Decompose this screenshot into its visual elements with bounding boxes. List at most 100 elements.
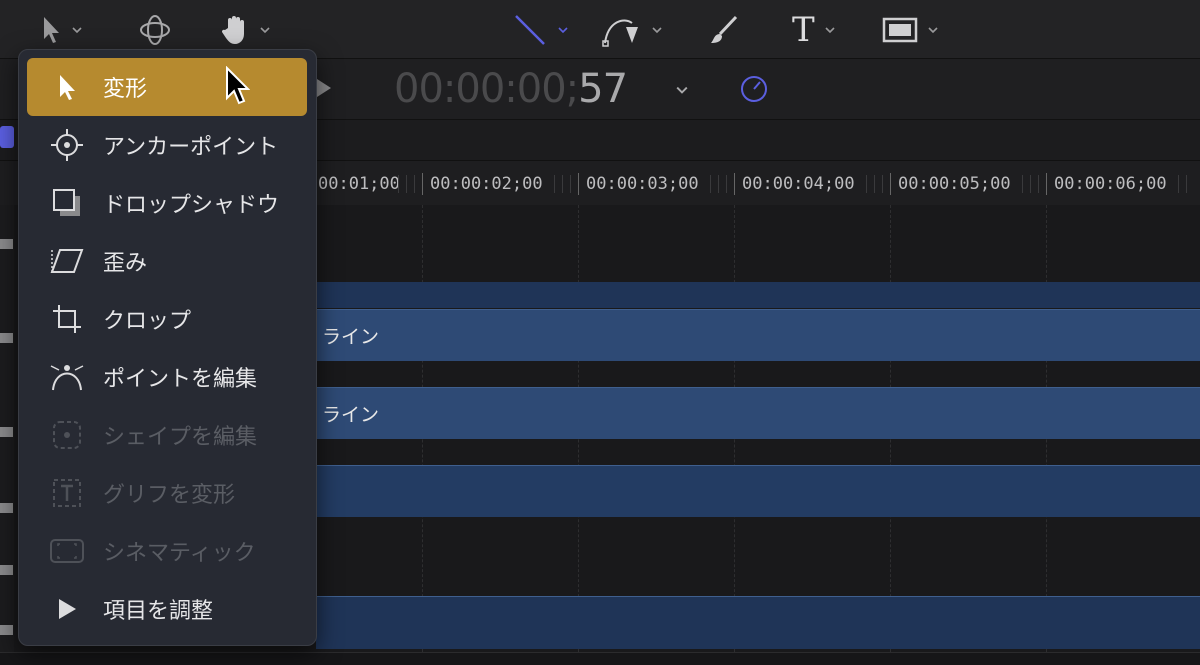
- track-icon: [0, 333, 13, 343]
- ruler-tick: [422, 173, 423, 195]
- hand-icon: [222, 16, 244, 44]
- track-icon: [0, 625, 13, 635]
- ruler-label: 00:00:03;00: [586, 174, 699, 194]
- adjust-item-icon: [49, 591, 85, 627]
- ruler-minor-tick: [414, 175, 415, 193]
- select-tool[interactable]: [42, 10, 82, 50]
- bezier-tool[interactable]: [602, 10, 662, 50]
- chevron-down-icon: [652, 27, 662, 34]
- menu-item-cinematic: シネマティック: [27, 522, 307, 580]
- menu-item-label: グリフを変形: [103, 483, 236, 508]
- timeline-footer: [0, 652, 1200, 665]
- track-headers: [0, 205, 14, 652]
- menu-item-label: 歪み: [103, 251, 148, 276]
- cinematic-icon: [49, 533, 85, 569]
- edit-shape-icon: [49, 417, 85, 453]
- menu-item-adjust-item[interactable]: 項目を調整: [27, 580, 307, 638]
- menu-item-anchor-point[interactable]: アンカーポイント: [27, 116, 307, 174]
- line-icon: [515, 15, 545, 45]
- menu-item-drop-shadow[interactable]: ドロップシャドウ: [27, 174, 307, 232]
- timeline-marker-icon[interactable]: [0, 126, 14, 148]
- ruler-minor-tick: [882, 175, 883, 193]
- timer-icon[interactable]: [738, 72, 770, 104]
- chevron-down-icon: [260, 27, 270, 34]
- anchor-point-icon: [49, 127, 85, 163]
- track-icon: [0, 503, 13, 513]
- chevron-down-icon: [558, 27, 568, 34]
- arrow-pointer-icon: [49, 69, 85, 105]
- transform-glyph-icon: [49, 475, 85, 511]
- track-icon: [0, 565, 13, 575]
- drop-shadow-icon: [49, 185, 85, 221]
- distort-icon: [49, 243, 85, 279]
- pen-icon: [602, 19, 638, 47]
- ruler-minor-tick: [406, 175, 407, 193]
- menu-item-distort[interactable]: 歪み: [27, 232, 307, 290]
- ruler-minor-tick: [398, 175, 399, 193]
- text-tool[interactable]: T: [792, 10, 835, 50]
- ruler-minor-tick: [570, 175, 571, 193]
- arrow-pointer-icon: [44, 17, 59, 43]
- timeline-clip[interactable]: [316, 282, 1200, 308]
- menu-item-label: ポイントを編集: [103, 367, 258, 392]
- ruler-label: 00:00:02;00: [430, 174, 543, 194]
- ruler-label: 00:01;00: [318, 174, 400, 194]
- ruler-tick: [578, 173, 579, 195]
- timeline-clip[interactable]: ライン: [316, 387, 1200, 439]
- menu-item-transform-glyph: グリフを変形: [27, 464, 307, 522]
- chevron-down-icon: [825, 27, 835, 34]
- menu-item-transform[interactable]: 変形: [27, 58, 307, 116]
- ruler-tick: [890, 173, 891, 195]
- ruler-minor-tick: [710, 175, 711, 193]
- menu-item-label: アンカーポイント: [103, 135, 279, 160]
- clip-label: ライン: [322, 326, 380, 348]
- line-tool[interactable]: [512, 10, 568, 50]
- chevron-down-icon: [928, 27, 938, 34]
- menu-item-label: シネマティック: [103, 541, 256, 566]
- ruler-minor-tick: [1038, 175, 1039, 193]
- timecode-frames: 57: [578, 66, 628, 112]
- track-icon: [0, 427, 13, 437]
- shape-tool[interactable]: [882, 10, 938, 50]
- ruler-label: 00:00:04;00: [742, 174, 855, 194]
- ruler-minor-tick: [726, 175, 727, 193]
- track-icon: [0, 239, 13, 249]
- ruler-label: 00:00:05;00: [898, 174, 1011, 194]
- ruler-tick: [1046, 173, 1047, 195]
- ruler-minor-tick: [562, 175, 563, 193]
- menu-item-label: ドロップシャドウ: [103, 193, 280, 218]
- edit-points-icon: [49, 359, 85, 395]
- play-icon[interactable]: [316, 78, 332, 98]
- paint-tool[interactable]: [708, 10, 740, 50]
- orbit-tool[interactable]: [138, 10, 172, 50]
- pan-tool[interactable]: [222, 10, 270, 50]
- menu-item-label: クロップ: [103, 309, 192, 334]
- menu-item-label: 変形: [103, 77, 148, 102]
- mouse-cursor-icon: [226, 66, 250, 105]
- text-icon: T: [792, 10, 815, 50]
- ruler-minor-tick: [1030, 175, 1031, 193]
- ruler-minor-tick: [1186, 175, 1187, 193]
- clip-label: ライン: [322, 404, 380, 426]
- ruler-minor-tick: [874, 175, 875, 193]
- menu-item-edit-shape: シェイプを編集: [27, 406, 307, 464]
- ruler-tick: [734, 173, 735, 195]
- transform-tool-menu: 変形 アンカーポイント ドロップシャドウ 歪み クロップ ポイントを編集 シェイ…: [18, 49, 317, 646]
- brush-icon: [711, 15, 738, 43]
- chevron-down-icon: [72, 27, 82, 34]
- menu-item-crop[interactable]: クロップ: [27, 290, 307, 348]
- rectangle-icon: [882, 17, 918, 43]
- ruler-minor-tick: [554, 175, 555, 193]
- timeline-clip[interactable]: [316, 596, 1200, 649]
- ruler-minor-tick: [718, 175, 719, 193]
- timeline-clip[interactable]: [316, 465, 1200, 517]
- timeline-clip[interactable]: ライン: [316, 309, 1200, 361]
- ruler-minor-tick: [866, 175, 867, 193]
- timecode-dim: 00:00:00;: [394, 66, 579, 112]
- ruler-label: 00:00:06;00: [1054, 174, 1167, 194]
- timecode-chevron-icon[interactable]: [676, 84, 688, 96]
- menu-item-edit-points[interactable]: ポイントを編集: [27, 348, 307, 406]
- ruler-minor-tick: [1022, 175, 1023, 193]
- timecode-display[interactable]: 00:00:00;57: [394, 66, 628, 112]
- ruler-minor-tick: [1178, 175, 1179, 193]
